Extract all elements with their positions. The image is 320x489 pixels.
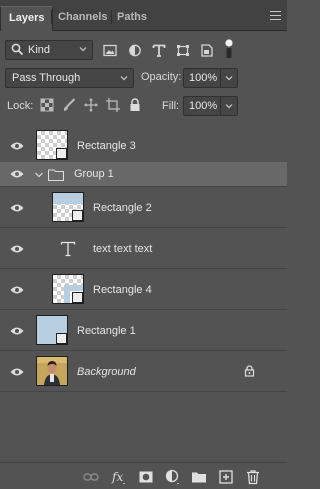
lock-position-icon[interactable]: [84, 98, 98, 112]
tab-paths[interactable]: Paths: [109, 6, 155, 31]
lock-label: Lock:: [7, 100, 34, 112]
panel-menu-icon[interactable]: [270, 11, 281, 20]
layer-row-group[interactable]: Group 1: [0, 162, 287, 187]
chevron-down-icon[interactable]: [34, 170, 44, 180]
layers-bottom-bar: fx: [0, 462, 287, 489]
search-icon: [11, 43, 24, 56]
chevron-down-icon: [225, 76, 233, 81]
shape-layer-badge-icon: [56, 333, 67, 344]
background-photo-thumbnail: [36, 356, 68, 386]
blend-row: Pass Through Opacity: 100%: [0, 66, 287, 90]
shape-filter-icon[interactable]: [176, 44, 190, 57]
layer-row[interactable]: Rectangle 4: [0, 270, 287, 310]
opacity-value: 100%: [189, 72, 218, 84]
shape-layer-badge-icon: [56, 148, 67, 159]
filter-kind-select[interactable]: Kind: [5, 40, 93, 60]
adjustment-filter-icon[interactable]: [128, 44, 142, 57]
filter-kind-label: Kind: [28, 44, 51, 56]
layer-name[interactable]: Rectangle 2: [93, 202, 152, 214]
lock-all-icon[interactable]: [128, 98, 142, 112]
new-group-icon[interactable]: [191, 469, 207, 485]
lock-transparent-pixels-icon[interactable]: [40, 98, 54, 112]
tab-layers[interactable]: Layers: [0, 6, 54, 31]
svg-text:fx: fx: [111, 470, 123, 484]
shape-layer-badge-icon: [72, 292, 83, 303]
layer-name[interactable]: Rectangle 3: [77, 140, 136, 152]
folder-icon: [48, 169, 64, 181]
link-layers-icon[interactable]: [83, 469, 99, 485]
layer-thumbnail: [36, 315, 68, 345]
blend-mode-value: Pass Through: [12, 72, 81, 84]
delete-layer-icon[interactable]: [245, 469, 261, 485]
shape-layer-badge-icon: [72, 210, 83, 221]
layer-thumbnail: [36, 130, 68, 160]
layer-row[interactable]: Rectangle 3: [0, 126, 287, 166]
eye-icon[interactable]: [10, 326, 24, 336]
layer-row[interactable]: Rectangle 1: [0, 311, 287, 351]
filter-toggle-icon[interactable]: [224, 39, 234, 59]
adjustment-layer-icon[interactable]: [165, 469, 181, 485]
fill-label: Fill:: [162, 100, 180, 112]
tab-channels[interactable]: Channels: [50, 6, 116, 31]
type-layer-icon: [60, 241, 76, 257]
lock-row: Lock: Fill: 100%: [0, 95, 287, 117]
chevron-down-icon: [79, 47, 87, 52]
opacity-label: Opacity:: [141, 71, 182, 83]
layers-panel: Layers Channels Paths Kind Pass Through …: [0, 0, 287, 489]
layer-name[interactable]: Background: [77, 366, 136, 378]
layer-row[interactable]: Rectangle 2: [0, 188, 287, 228]
chevron-down-icon: [120, 76, 128, 81]
add-mask-icon[interactable]: [138, 469, 154, 485]
layer-name[interactable]: Rectangle 4: [93, 284, 152, 296]
lock-image-pixels-icon[interactable]: [62, 98, 76, 112]
fill-field[interactable]: 100%: [183, 96, 238, 116]
layer-thumbnail: [52, 274, 84, 304]
eye-icon[interactable]: [10, 203, 24, 213]
eye-icon[interactable]: [10, 285, 24, 295]
lock-artboard-icon[interactable]: [106, 98, 120, 112]
layer-thumbnail: [52, 192, 84, 222]
fill-value: 100%: [189, 100, 218, 112]
layer-row-background[interactable]: Background: [0, 352, 287, 392]
smart-object-filter-icon[interactable]: [200, 44, 214, 57]
layers-list: Rectangle 3 Group 1 Rectangle 2 text tex…: [0, 122, 287, 392]
type-filter-icon[interactable]: [152, 44, 166, 57]
lock-icon[interactable]: [244, 365, 255, 377]
fx-icon[interactable]: fx: [111, 469, 127, 485]
layer-name[interactable]: Group 1: [74, 168, 114, 180]
eye-icon[interactable]: [10, 141, 24, 151]
image-filter-icon[interactable]: [103, 44, 117, 57]
blend-mode-select[interactable]: Pass Through: [5, 68, 134, 88]
eye-icon[interactable]: [10, 169, 24, 179]
layer-name[interactable]: text text text: [93, 243, 152, 255]
panel-tab-bar: Layers Channels Paths: [0, 0, 287, 31]
new-layer-icon[interactable]: [218, 469, 234, 485]
layer-row[interactable]: text text text: [0, 229, 287, 269]
eye-icon[interactable]: [10, 244, 24, 254]
chevron-down-icon: [225, 104, 233, 109]
layer-name[interactable]: Rectangle 1: [77, 325, 136, 337]
eye-icon[interactable]: [10, 367, 24, 377]
layer-filter-row: Kind: [0, 36, 287, 64]
opacity-field[interactable]: 100%: [183, 68, 238, 88]
